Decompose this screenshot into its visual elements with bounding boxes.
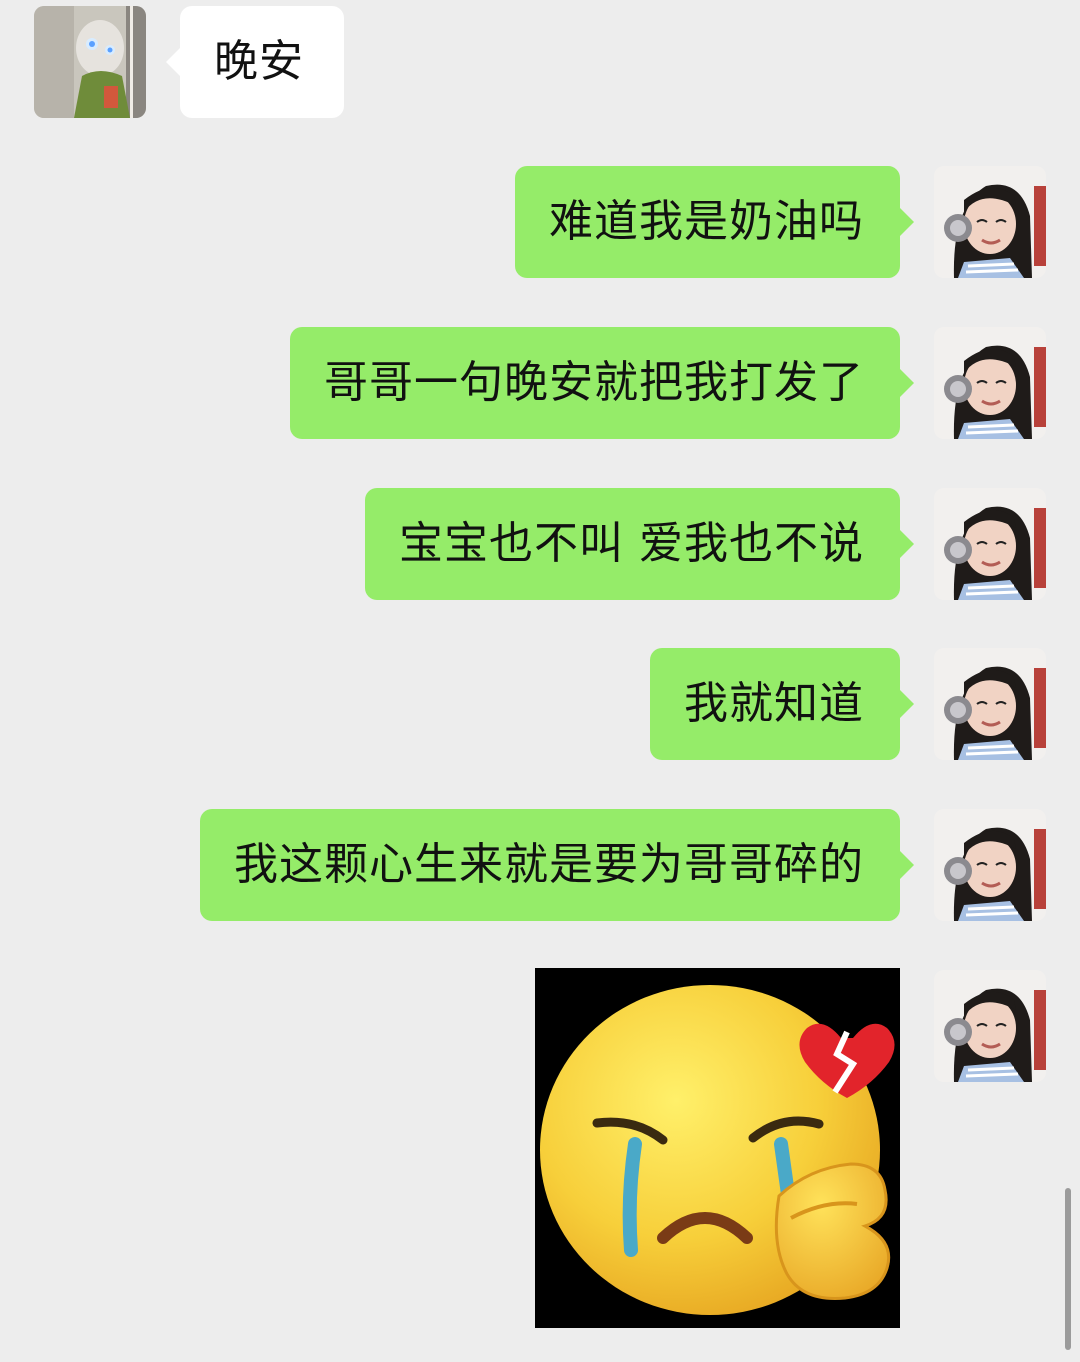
outgoing-message[interactable]: 宝宝也不叫 爱我也不说 — [365, 488, 914, 600]
masked-figure-avatar-icon — [34, 6, 146, 118]
girl-with-headphones-avatar-icon — [934, 327, 1046, 439]
sticker-message[interactable] — [535, 968, 900, 1328]
self-avatar[interactable] — [934, 488, 1046, 600]
self-avatar[interactable] — [934, 970, 1046, 1082]
self-avatar[interactable] — [934, 809, 1046, 921]
outgoing-message[interactable]: 哥哥一句晚安就把我打发了 — [290, 327, 914, 439]
self-avatar[interactable] — [934, 166, 1046, 278]
outgoing-message[interactable]: 我就知道 — [650, 648, 914, 760]
crying-heartbroken-emoji-icon — [540, 985, 895, 1315]
girl-with-headphones-avatar-icon — [934, 488, 1046, 600]
outgoing-message[interactable]: 难道我是奶油吗 — [515, 166, 914, 278]
scrollbar[interactable] — [1065, 1188, 1071, 1350]
self-avatar[interactable] — [934, 648, 1046, 760]
girl-with-headphones-avatar-icon — [934, 970, 1046, 1082]
girl-with-headphones-avatar-icon — [934, 648, 1046, 760]
girl-with-headphones-avatar-icon — [934, 809, 1046, 921]
contact-avatar[interactable] — [34, 6, 146, 118]
girl-with-headphones-avatar-icon — [934, 166, 1046, 278]
outgoing-message[interactable]: 我这颗心生来就是要为哥哥碎的 — [200, 809, 914, 921]
self-avatar[interactable] — [934, 327, 1046, 439]
incoming-message[interactable]: 晚安 — [166, 6, 344, 118]
